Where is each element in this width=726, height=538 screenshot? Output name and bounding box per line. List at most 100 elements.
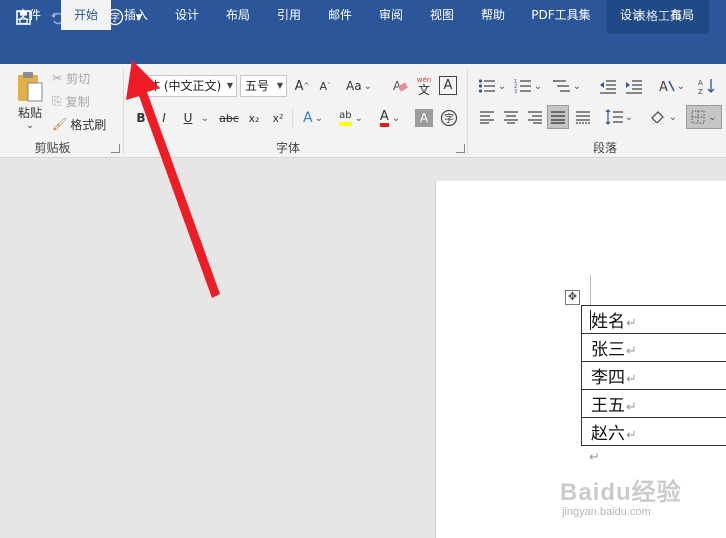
decrease-indent-icon[interactable] <box>596 75 618 97</box>
underline-button[interactable]: U <box>180 108 196 128</box>
font-name-select[interactable]: 宋体 (中文正文) ▼ <box>131 75 237 97</box>
font-launcher-icon[interactable] <box>456 144 465 153</box>
paragraph-mark: ↵ <box>626 428 637 443</box>
font-size-value: 五号 <box>245 79 270 93</box>
table-cell[interactable]: 李四↵ <box>581 361 726 390</box>
font-name-value: 宋体 (中文正文) <box>136 79 222 93</box>
character-border-button[interactable]: A <box>439 76 457 95</box>
tab-view[interactable]: 视图 <box>421 0 463 30</box>
superscript-button[interactable]: x² <box>268 108 288 128</box>
strikethrough-button[interactable]: abc <box>217 108 241 128</box>
svg-text:A: A <box>659 80 668 94</box>
character-shading-button[interactable]: A <box>415 109 433 127</box>
change-case-icon: Aa <box>346 79 362 93</box>
borders-button[interactable]: ⌄ <box>686 105 722 129</box>
svg-text:Z: Z <box>698 88 703 95</box>
copy-button[interactable]: ⎘ 复制 <box>52 92 100 110</box>
table-row: 李四↵ <box>581 361 726 390</box>
format-painter-button[interactable]: 🖌 格式刷 <box>52 115 110 133</box>
line-spacing-button[interactable]: ⌄ <box>602 106 636 128</box>
scissors-icon: ✂ <box>52 71 63 85</box>
multilevel-list-button[interactable]: ⌄ <box>550 75 584 97</box>
distributed-icon[interactable] <box>573 106 593 128</box>
phonetic-bottom: 文 <box>417 82 430 97</box>
tab-table-design[interactable]: 设计 <box>611 0 653 30</box>
cell-text: 张三 <box>591 340 625 360</box>
grow-font-button[interactable]: A ^ <box>292 75 312 97</box>
highlight-button[interactable]: ab ⌄ <box>334 108 368 128</box>
tab-insert[interactable]: 插入 <box>115 0 157 30</box>
ribbon: 粘贴 ⌄ ✂ 剪切 ⎘ 复制 🖌 格式刷 剪贴板 宋体 (中文正文) ▼ 五号 ▼ A ^ … <box>0 64 726 158</box>
table-row: 王五↵ <box>581 389 726 418</box>
ribbon-tabs <box>0 34 726 64</box>
watermark-logo: Baidu经验 <box>560 479 682 506</box>
table-row: 张三↵ <box>581 333 726 362</box>
cell-text: 李四 <box>591 368 625 388</box>
chinese-layout-button[interactable]: A ⌄ <box>654 75 688 97</box>
tab-table-layout[interactable]: 布局 <box>661 0 703 30</box>
change-case-button[interactable]: Aa ⌄ <box>343 75 375 97</box>
paste-button[interactable]: 粘贴 <box>12 104 48 120</box>
enclose-characters-icon[interactable]: 字 <box>439 108 459 128</box>
bullets-button[interactable]: ⌄ <box>476 75 508 97</box>
clipboard-launcher-icon[interactable] <box>111 144 120 153</box>
font-color-button[interactable]: A ⌄ <box>373 108 407 128</box>
tab-layout[interactable]: 布局 <box>217 0 259 30</box>
highlighter-icon: ab <box>339 110 352 126</box>
numbering-button[interactable]: 1 2 3 ⌄ <box>512 75 544 97</box>
paragraph-group-label: 段落 <box>592 141 617 155</box>
shrink-font-icon: A <box>319 79 328 93</box>
table-cell[interactable]: 王五↵ <box>581 389 726 418</box>
table-cell[interactable]: 赵六↵ <box>581 417 726 446</box>
phonetic-guide-button[interactable]: wén 文 <box>414 73 434 99</box>
align-left-icon[interactable] <box>477 106 497 128</box>
paste-icon[interactable] <box>12 70 48 104</box>
copy-icon: ⎘ <box>52 93 62 108</box>
chevron-down-icon: ▼ <box>276 81 283 90</box>
tab-file[interactable]: 文件 <box>8 0 50 30</box>
align-center-icon[interactable] <box>501 106 521 128</box>
tab-home[interactable]: 开始 <box>61 0 111 30</box>
watermark: Baidu经验 jingyan.baidu.com <box>560 472 720 522</box>
divider <box>292 108 293 128</box>
svg-text:A: A <box>698 79 703 87</box>
table-cell[interactable]: 姓名↵ <box>581 305 726 334</box>
svg-text:3: 3 <box>514 89 517 94</box>
align-right-icon[interactable] <box>525 106 545 128</box>
table-row: 姓名↵ <box>581 305 726 334</box>
margin-marker <box>590 275 591 305</box>
italic-button[interactable]: I <box>156 108 172 128</box>
shading-button[interactable]: ⌄ <box>646 106 680 128</box>
table-move-handle-icon[interactable]: ✥ <box>565 290 580 305</box>
cut-label: 剪切 <box>66 71 91 86</box>
grow-font-icon: A <box>294 78 304 94</box>
tab-review[interactable]: 审阅 <box>370 0 412 30</box>
justify-icon[interactable] <box>547 105 569 129</box>
cell-text: 姓名 <box>591 312 625 332</box>
text-cursor <box>590 310 591 330</box>
paste-dropdown-icon[interactable]: ⌄ <box>22 120 38 131</box>
shrink-font-button[interactable]: Aˇ <box>315 75 335 97</box>
paragraph-mark: ↵ <box>626 400 637 415</box>
group-divider <box>123 68 124 154</box>
font-size-select[interactable]: 五号 ▼ <box>240 75 287 97</box>
chevron-down-icon: ▼ <box>226 81 233 90</box>
table-cell[interactable]: 张三↵ <box>581 333 726 362</box>
underline-dropdown-icon[interactable]: ⌄ <box>200 108 210 128</box>
table-row: 赵六↵ <box>581 417 726 446</box>
bold-button[interactable]: B <box>133 108 149 128</box>
paragraph-mark: ↵ <box>589 450 600 465</box>
text-effects-button[interactable]: A ⌄ <box>298 108 328 128</box>
group-divider <box>467 68 468 154</box>
font-group-label: 字体 <box>275 141 300 155</box>
cut-button[interactable]: ✂ 剪切 <box>52 69 100 87</box>
subscript-button[interactable]: x₂ <box>244 108 264 128</box>
sort-icon[interactable]: AZ <box>694 75 720 97</box>
clear-formatting-icon[interactable]: A <box>390 75 410 97</box>
tab-mailings[interactable]: 邮件 <box>319 0 361 30</box>
tab-design[interactable]: 设计 <box>166 0 208 30</box>
tab-help[interactable]: 帮助 <box>472 0 514 30</box>
tab-pdf-tools[interactable]: PDF工具集 <box>525 0 597 30</box>
increase-indent-icon[interactable] <box>622 75 644 97</box>
tab-references[interactable]: 引用 <box>268 0 310 30</box>
